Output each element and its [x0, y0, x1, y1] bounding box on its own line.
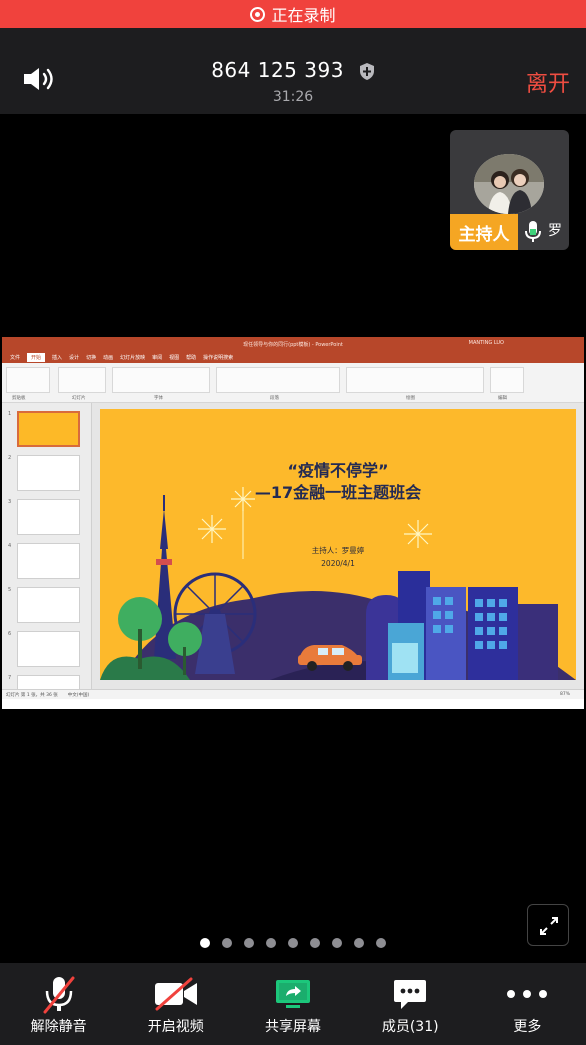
ribbon-slides[interactable] — [58, 367, 106, 393]
thumb-number: 5 — [8, 587, 12, 593]
more-label: 更多 — [513, 1019, 542, 1035]
group-label: 字体 — [154, 396, 163, 401]
thumb-number: 7 — [8, 675, 12, 681]
group-label: 剪贴板 — [12, 396, 26, 401]
ppt-search[interactable]: 操作说明搜索 — [203, 354, 233, 361]
slide-date: 2020/4/1 — [321, 559, 355, 568]
page-dot[interactable] — [332, 938, 342, 948]
ppt-ribbon: 剪贴板 幻灯片 字体 段落 绘图 编辑 — [2, 363, 584, 403]
page-dot[interactable] — [354, 938, 364, 948]
page-dot[interactable] — [376, 938, 386, 948]
shared-screen[interactable]: 现任领导与你的同行(ppt模板) - PowerPoint MANTING LU… — [2, 337, 584, 709]
group-label: 段落 — [270, 396, 279, 401]
slide-host-line: 主持人：罗曼婷 — [311, 546, 365, 555]
start-video-button[interactable]: 开启视频 — [117, 963, 234, 1045]
unmute-label: 解除静音 — [30, 1019, 87, 1035]
page-dot[interactable] — [244, 938, 254, 948]
group-label: 绘图 — [406, 396, 415, 401]
thumb-number: 4 — [8, 543, 12, 549]
host-avatar — [474, 154, 544, 214]
ppt-tab[interactable]: 审阅 — [152, 354, 162, 361]
ppt-window-title: 现任领导与你的同行(ppt模板) - PowerPoint — [243, 341, 343, 348]
slide-thumbnail[interactable] — [17, 543, 80, 579]
group-label: 编辑 — [498, 396, 507, 401]
slide-thumbnail[interactable] — [17, 499, 80, 535]
ppt-tab-active[interactable]: 开始 — [27, 352, 46, 362]
ribbon-paragraph[interactable] — [216, 367, 340, 393]
meeting-toolbar: 解除静音 开启视频 共享屏幕 成员(31) 更多 — [0, 963, 586, 1045]
mic-muted-icon — [43, 976, 75, 1014]
elapsed-time: 31:26 — [272, 89, 314, 105]
members-button[interactable]: 成员(31) — [352, 963, 469, 1045]
ribbon-font[interactable] — [112, 367, 210, 393]
meeting-id[interactable]: 864 125 393 — [0, 58, 586, 82]
recording-banner: 正在录制 — [0, 0, 586, 28]
ppt-status-bar: 幻灯片 第 1 张，共 36 张 中文(中国) 87% — [2, 689, 584, 699]
start-video-label: 开启视频 — [147, 1019, 204, 1035]
slide-thumbnail[interactable] — [17, 587, 80, 623]
ppt-tab[interactable]: 插入 — [52, 354, 62, 361]
unmute-button[interactable]: 解除静音 — [0, 963, 117, 1045]
page-dot[interactable] — [266, 938, 276, 948]
ppt-tab[interactable]: 帮助 — [186, 354, 196, 361]
ppt-tab[interactable]: 动画 — [103, 354, 113, 361]
members-chat-icon — [394, 980, 427, 1009]
ribbon-editing[interactable] — [490, 367, 524, 393]
host-name: 罗 — [548, 223, 562, 239]
ppt-tab[interactable]: 文件 — [10, 354, 20, 361]
page-dot-active[interactable] — [200, 938, 210, 948]
thumb-number: 3 — [8, 499, 12, 505]
recording-icon — [250, 6, 266, 22]
share-screen-label: 共享屏幕 — [265, 1019, 321, 1035]
group-label: 幻灯片 — [72, 396, 86, 401]
slide-thumbnail[interactable] — [17, 411, 80, 447]
thumb-number: 6 — [8, 631, 12, 637]
ppt-ribbon-tabs: 文件 开始 插入 设计 切换 动画 幻灯片放映 审阅 视图 帮助 操作说明搜索 — [2, 351, 584, 363]
current-slide[interactable]: “疫情不停学” —17金融一班主题班会 主持人：罗曼婷 2020/4/1 — [100, 409, 576, 680]
slide-title-line2: —17金融一班主题班会 — [254, 483, 422, 502]
ribbon-clipboard[interactable] — [6, 367, 50, 393]
ribbon-drawing[interactable] — [346, 367, 484, 393]
thumb-number: 1 — [8, 411, 12, 417]
members-label: 成员(31) — [381, 1019, 439, 1035]
recording-label: 正在录制 — [271, 6, 336, 25]
video-off-icon — [154, 977, 197, 1011]
ppt-tab[interactable]: 切换 — [86, 354, 96, 361]
share-screen-icon — [276, 980, 310, 1008]
more-dots-icon — [507, 990, 548, 998]
host-video-tile[interactable]: 主持人 罗 — [450, 130, 569, 250]
page-indicator — [0, 938, 586, 948]
slide-counter: 幻灯片 第 1 张，共 36 张 — [6, 692, 58, 698]
slide-title-line1: “疫情不停学” — [287, 461, 389, 480]
ppt-tab[interactable]: 视图 — [169, 354, 179, 361]
shield-icon — [359, 63, 374, 80]
more-button[interactable]: 更多 — [469, 963, 586, 1045]
ppt-tab[interactable]: 设计 — [69, 354, 79, 361]
mic-icon — [525, 221, 541, 242]
language-status: 中文(中国) — [67, 692, 90, 698]
thumb-number: 2 — [8, 455, 12, 461]
slide-thumbnail[interactable] — [17, 631, 80, 667]
page-dot[interactable] — [310, 938, 320, 948]
zoom-level[interactable]: 87% — [560, 692, 570, 697]
ppt-workspace: 1 2 3 4 5 6 7 “疫情不停学” —17金融一班主题班会 主持人：罗曼… — [2, 403, 584, 699]
ppt-tab[interactable]: 幻灯片放映 — [120, 354, 145, 361]
slide-thumbnails: 1 2 3 4 5 6 7 — [2, 403, 92, 699]
slide-thumbnail[interactable] — [17, 455, 80, 491]
page-dot[interactable] — [222, 938, 232, 948]
ppt-title-bar: 现任领导与你的同行(ppt模板) - PowerPoint MANTING LU… — [2, 337, 584, 351]
ppt-account: MANTING LUO — [468, 340, 504, 346]
leave-button[interactable]: 离开 — [526, 66, 570, 98]
meeting-id-text: 864 125 393 — [211, 58, 344, 82]
meeting-header: 864 125 393 31:26 离开 — [0, 28, 586, 114]
share-screen-button[interactable]: 共享屏幕 — [234, 963, 351, 1045]
host-tag: 主持人 — [450, 214, 518, 250]
page-dot[interactable] — [288, 938, 298, 948]
